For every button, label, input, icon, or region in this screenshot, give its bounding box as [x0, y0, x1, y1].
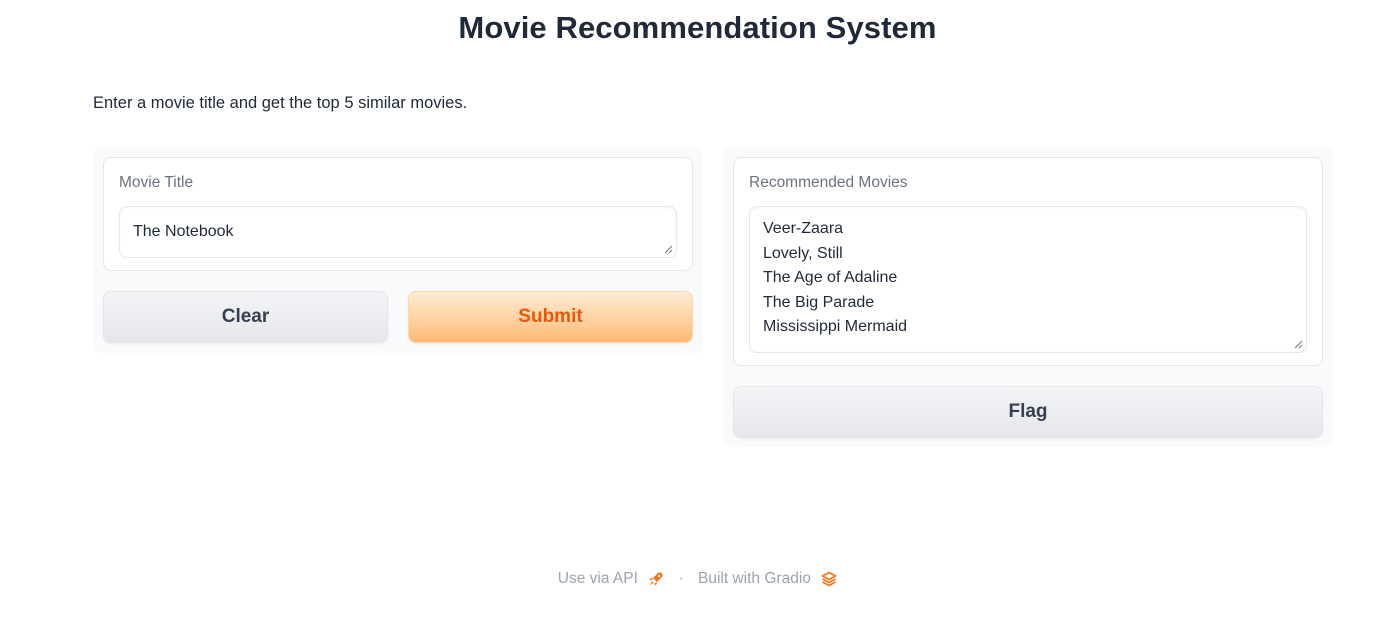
page-title: Movie Recommendation System — [458, 10, 937, 45]
page-description: Enter a movie title and get the top 5 si… — [93, 94, 468, 112]
movie-title-block: Movie Title The Notebook — [103, 157, 693, 271]
footer: Use via API · Built with Gradio — [0, 570, 1395, 588]
page: Movie Recommendation System Enter a movi… — [0, 0, 1395, 618]
use-via-api-label: Use via API — [557, 570, 638, 587]
movie-line: Veer-Zaara — [763, 220, 844, 237]
movie-line: The Big Parade — [763, 293, 875, 311]
input-panel: Movie Title The Notebook Clear Submit — [93, 147, 703, 353]
movie-line: Lovely, Still — [763, 244, 843, 262]
movie-title-value: The Notebook — [133, 223, 234, 240]
recommended-movies-label: Recommended Movies — [749, 174, 908, 191]
resize-handle-icon[interactable] — [1293, 339, 1303, 349]
clear-button[interactable]: Clear — [103, 291, 388, 343]
movie-title-label: Movie Title — [119, 174, 194, 191]
recommended-movies-output[interactable]: Veer-Zaara Lovely, Still The Age of Adal… — [749, 206, 1307, 353]
gradio-logo-icon — [821, 571, 837, 587]
output-panel: Recommended Movies Veer-Zaara Lovely, St… — [723, 147, 1333, 447]
footer-separator: · — [678, 570, 684, 588]
resize-handle-icon[interactable] — [663, 244, 673, 254]
built-with-gradio-link[interactable]: Built with Gradio — [698, 570, 837, 587]
submit-button[interactable]: Submit — [408, 291, 693, 343]
rocket-icon — [649, 572, 663, 586]
movie-line: Mississippi Mermaid — [763, 318, 908, 335]
use-via-api-link[interactable]: Use via API — [558, 570, 669, 587]
flag-button[interactable]: Flag — [733, 386, 1323, 438]
movie-line: The Age of Adaline — [763, 269, 898, 286]
movie-title-input[interactable]: The Notebook — [119, 206, 677, 258]
built-with-gradio-label: Built with Gradio — [698, 570, 811, 587]
recommended-movies-block: Recommended Movies Veer-Zaara Lovely, St… — [733, 157, 1323, 366]
